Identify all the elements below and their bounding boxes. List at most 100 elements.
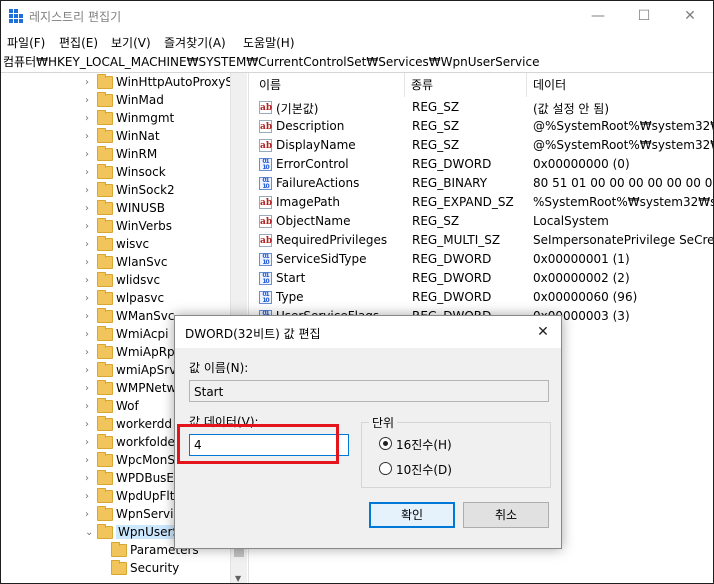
chevron-right-icon[interactable]: › xyxy=(85,401,93,413)
string-value-icon: ab xyxy=(259,196,273,209)
menu-favorites[interactable]: 즐겨찾기(A) xyxy=(164,34,226,51)
folder-icon xyxy=(97,164,113,179)
tree-child-item[interactable]: Security xyxy=(1,560,247,578)
chevron-right-icon[interactable]: › xyxy=(85,221,93,233)
chevron-right-icon[interactable]: › xyxy=(85,203,93,215)
value-row[interactable]: 01 10 ServiceSidType REG_DWORD 0x00000001 (1… xyxy=(253,250,713,269)
folder-icon xyxy=(97,272,113,287)
value-row[interactable]: 01 10 Type REG_DWORD 0x00000060 (96) xyxy=(253,288,713,307)
value-row[interactable]: ab ObjectName REG_SZ LocalSystem xyxy=(253,212,713,231)
menu-file[interactable]: 파일(F) xyxy=(7,34,45,51)
folder-icon xyxy=(97,452,113,467)
value-type: REG_BINARY xyxy=(412,176,488,190)
folder-icon xyxy=(97,380,113,395)
value-row[interactable]: ab ImagePath REG_EXPAND_SZ %SystemRoot%₩sys… xyxy=(253,193,713,212)
chevron-right-icon[interactable]: › xyxy=(85,383,93,395)
chevron-right-icon[interactable]: › xyxy=(85,113,93,125)
tree-item-label: WinRM xyxy=(116,147,158,161)
window-title: 레지스트리 편집기 xyxy=(29,10,122,24)
chevron-right-icon[interactable]: › xyxy=(85,347,93,359)
tree-item-label: Winmgmt xyxy=(116,111,175,125)
menu-view[interactable]: 보기(V) xyxy=(111,34,151,51)
chevron-down-icon[interactable]: ⌄ xyxy=(85,527,93,539)
menu-edit[interactable]: 편집(E) xyxy=(59,34,98,51)
tree-item[interactable]: › wisvc xyxy=(1,236,247,254)
tree-item-label: WINUSB xyxy=(116,201,166,215)
maximize-icon[interactable]: ☐ xyxy=(621,1,667,31)
tree-item[interactable]: › WlanSvc xyxy=(1,254,247,272)
close-icon[interactable]: ✕ xyxy=(667,1,713,31)
tree-item[interactable]: › wlpasvc xyxy=(1,290,247,308)
value-row[interactable]: ab RequiredPrivileges REG_MULTI_SZ SeImpers… xyxy=(253,231,713,250)
chevron-right-icon[interactable]: › xyxy=(85,239,93,251)
tree-item[interactable]: › Winmgmt xyxy=(1,110,247,128)
dword-edit-dialog: DWORD(32비트) 값 편집 ✕ 값 이름(N): Start 값 데이터(… xyxy=(174,315,562,549)
tree-item[interactable]: › WinNat xyxy=(1,128,247,146)
tree-item[interactable]: › WinMad xyxy=(1,92,247,110)
value-row[interactable]: 01 10 FailureActions REG_BINARY 80 51 01 00 … xyxy=(253,174,714,193)
chevron-right-icon[interactable]: › xyxy=(85,311,93,323)
address-bar[interactable]: 컴퓨터₩HKEY_LOCAL_MACHINE₩SYSTEM₩CurrentCon… xyxy=(1,52,713,73)
value-row[interactable]: ab DisplayName REG_SZ @%SystemRoot%₩system3… xyxy=(253,136,713,155)
tree-item-label: WinVerbs xyxy=(116,219,173,233)
string-value-icon: ab xyxy=(259,234,273,247)
value-name: (기본값) xyxy=(276,102,319,116)
chevron-right-icon[interactable]: › xyxy=(85,293,93,305)
binary-value-icon: 0110 xyxy=(259,158,272,171)
hex-radio-label[interactable]: 16진수(H) xyxy=(396,436,452,453)
chevron-right-icon[interactable]: › xyxy=(85,491,93,503)
chevron-right-icon[interactable]: › xyxy=(85,455,93,467)
dec-radio-label[interactable]: 10진수(D) xyxy=(396,461,452,478)
tree-item[interactable]: › WinRM xyxy=(1,146,247,164)
ok-button[interactable]: 확인 xyxy=(369,502,455,528)
string-value-icon: ab xyxy=(259,215,273,228)
tree-item-label: Wof xyxy=(116,399,139,413)
chevron-right-icon[interactable]: › xyxy=(85,365,93,377)
value-row[interactable]: 01 10 Start REG_DWORD 0x00000002 (2) xyxy=(253,269,713,288)
chevron-right-icon[interactable]: › xyxy=(85,419,93,431)
cancel-button[interactable]: 취소 xyxy=(463,502,549,528)
tree-item[interactable]: › WinHttpAutoProxySvc xyxy=(1,74,247,92)
tree-item[interactable]: › wlidsvc xyxy=(1,272,247,290)
chevron-right-icon[interactable]: › xyxy=(85,131,93,143)
tree-item[interactable]: › WINUSB xyxy=(1,200,247,218)
chevron-right-icon[interactable]: › xyxy=(85,77,93,89)
dec-radio[interactable] xyxy=(379,462,392,475)
value-data: 80 51 01 00 00 00 00 00 00 00 xyxy=(533,176,714,190)
chevron-right-icon[interactable]: › xyxy=(85,167,93,179)
tree-item[interactable]: › WinSock2 xyxy=(1,182,247,200)
value-row[interactable]: ab (기본값) REG_SZ (값 설정 안 됨) xyxy=(253,98,713,117)
tree-item[interactable]: › WinVerbs xyxy=(1,218,247,236)
column-header-type[interactable]: 종류 xyxy=(405,73,527,97)
chevron-right-icon[interactable]: › xyxy=(85,95,93,107)
menu-help[interactable]: 도움말(H) xyxy=(243,34,295,51)
folder-icon xyxy=(97,362,113,377)
tree-item-label: wlpasvc xyxy=(116,291,165,305)
chevron-right-icon[interactable]: › xyxy=(85,509,93,521)
value-row[interactable]: ab Description REG_SZ @%SystemRoot%₩system3… xyxy=(253,117,713,136)
value-row[interactable]: 01 10 ErrorControl REG_DWORD 0x00000000 (0) xyxy=(253,155,713,174)
column-header-name[interactable]: 이름 xyxy=(253,73,405,97)
chevron-right-icon[interactable]: › xyxy=(85,329,93,341)
column-header-data[interactable]: 데이터 xyxy=(527,73,713,97)
dialog-close-icon[interactable]: ✕ xyxy=(531,320,555,344)
chevron-right-icon[interactable]: › xyxy=(85,185,93,197)
hex-radio[interactable] xyxy=(379,437,392,450)
value-name: DisplayName xyxy=(276,138,356,152)
value-name: ObjectName xyxy=(276,214,351,228)
chevron-right-icon[interactable]: › xyxy=(85,149,93,161)
chevron-right-icon[interactable]: › xyxy=(85,437,93,449)
folder-icon xyxy=(111,560,127,575)
tree-item[interactable]: › Winsock xyxy=(1,164,247,182)
value-name: ServiceSidType xyxy=(276,252,367,266)
value-type: REG_DWORD xyxy=(412,290,492,304)
dialog-title-bar: DWORD(32비트) 값 편집 ✕ xyxy=(175,316,561,348)
chevron-right-icon[interactable]: › xyxy=(85,275,93,287)
folder-icon xyxy=(97,290,113,305)
chevron-right-icon[interactable]: › xyxy=(85,473,93,485)
minimize-icon[interactable]: — xyxy=(575,1,621,31)
chevron-right-icon[interactable]: › xyxy=(85,257,93,269)
value-name: FailureActions xyxy=(276,176,360,190)
value-data: 0x00000001 (1) xyxy=(533,252,630,266)
scroll-down-icon[interactable]: ▼ xyxy=(235,574,241,583)
